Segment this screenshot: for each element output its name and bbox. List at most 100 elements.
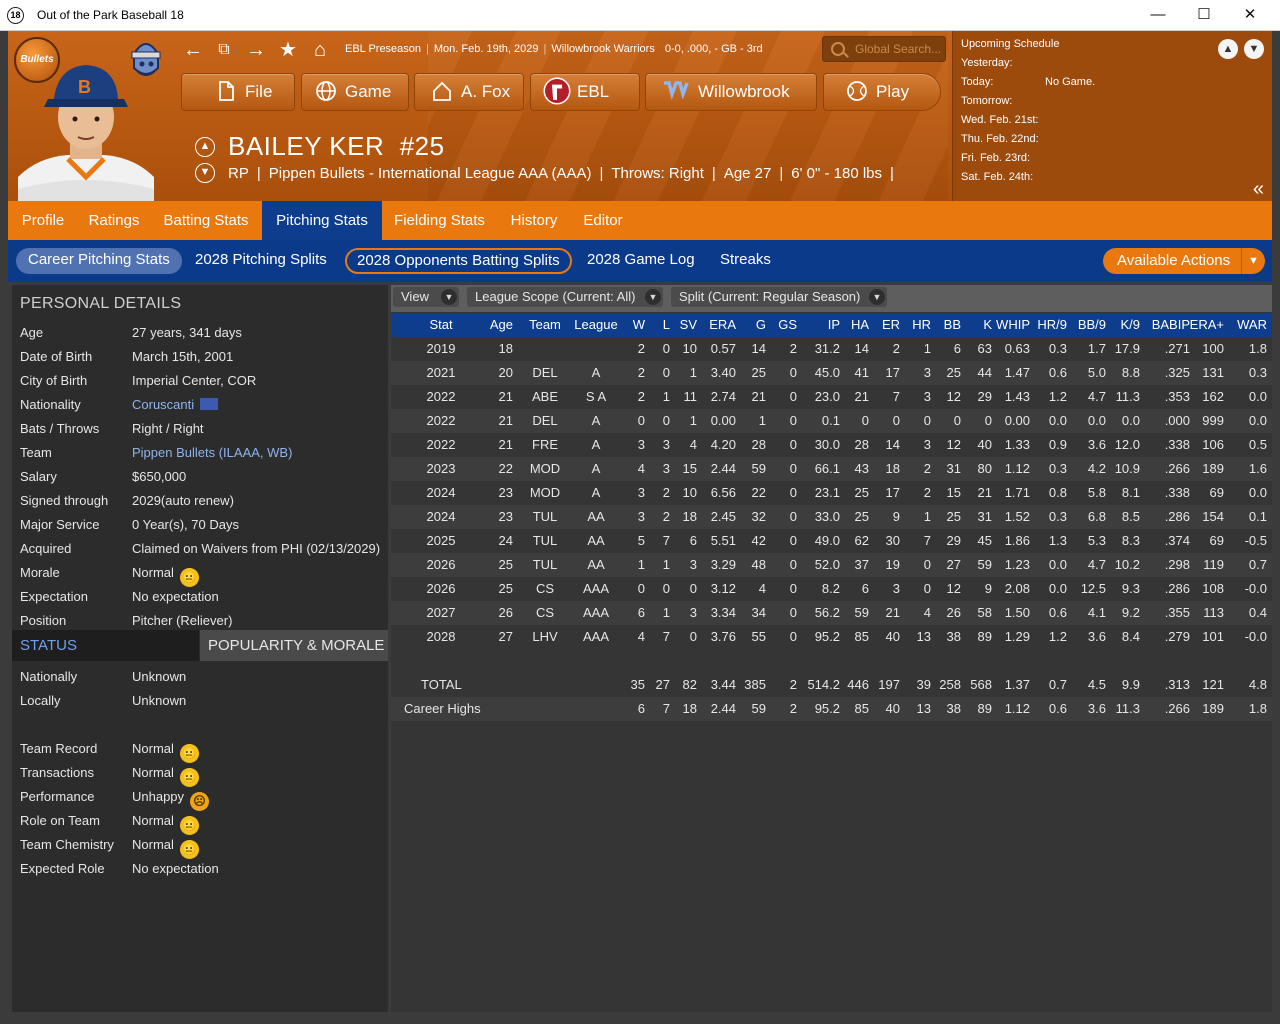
table-cell: 11 [683, 389, 698, 404]
view-dropdown[interactable]: View ▼ [393, 287, 459, 307]
column-header[interactable]: K/9 [1120, 317, 1140, 332]
column-header[interactable]: SV [680, 317, 697, 332]
home-icon[interactable]: ⌂ [308, 39, 332, 61]
breadcrumb-team[interactable]: Willowbrook Warriors [551, 43, 655, 55]
menu-willowbrook-button[interactable]: Willowbrook [645, 73, 817, 111]
table-cell: 14 [885, 437, 900, 452]
tab-fielding-stats[interactable]: Fielding Stats [382, 201, 497, 240]
column-header[interactable]: HR/9 [1037, 317, 1067, 332]
subtab-career-pitching-stats[interactable]: Career Pitching Stats [16, 248, 182, 274]
column-header[interactable]: Team [523, 317, 567, 332]
table-cell: 66.1 [814, 461, 840, 476]
previous-player-icon[interactable]: ▲ [195, 137, 215, 157]
column-header[interactable]: HA [851, 317, 869, 332]
next-player-icon[interactable]: ▼ [195, 163, 215, 183]
subtab-game-log[interactable]: 2028 Game Log [587, 248, 695, 274]
table-cell: MOD [529, 485, 561, 500]
column-header[interactable]: Age [490, 317, 513, 332]
forward-arrow-icon[interactable]: → [244, 39, 268, 61]
column-header[interactable]: K [983, 317, 992, 332]
tab-popularity-morale[interactable]: POPULARITY & MORALE [200, 630, 388, 661]
column-header[interactable]: ERA+ [1190, 317, 1224, 332]
tab-batting-stats[interactable]: Batting Stats [150, 201, 262, 240]
back-arrow-icon[interactable]: ← [181, 39, 205, 61]
subtab-pitching-splits[interactable]: 2028 Pitching Splits [195, 248, 327, 274]
table-cell: 20 [498, 365, 513, 380]
breadcrumb: EBL Preseason | Mon. Feb. 19th, 2029 | Willo… [345, 43, 763, 55]
column-header[interactable]: ERA [709, 317, 736, 332]
table-cell: 0 [861, 413, 869, 428]
star-icon[interactable]: ★ [276, 39, 300, 61]
table-cell: 1 [689, 365, 697, 380]
table-cell: 17 [885, 485, 900, 500]
detail-value-text[interactable]: Pippen Bullets (ILAAA, WB) [132, 445, 292, 460]
column-header[interactable]: Stat [411, 317, 471, 332]
table-row: 2026 25 CS AAA 0 0 0 3.12 4 0 8.2 6 3 0 12 9 2.08 0.0 12.5… [391, 577, 1272, 601]
table-cell: 4.7 [1087, 557, 1106, 572]
table-cell: 14 [751, 341, 766, 356]
column-header[interactable]: W [633, 317, 645, 332]
detail-row: Age 27 years, 341 days [20, 321, 386, 345]
table-cell: 2 [662, 509, 670, 524]
detail-value: Right / Right [132, 421, 204, 436]
collapse-schedule-icon[interactable]: « [1253, 178, 1264, 201]
status-label: Performance [20, 789, 95, 804]
table-cell: A [591, 461, 601, 476]
column-header[interactable]: WHIP [996, 317, 1030, 332]
table-cell: 27 [498, 629, 513, 644]
table-cell: 0.7 [1048, 677, 1067, 692]
column-header[interactable]: G [756, 317, 766, 332]
global-search-input[interactable]: Global Search... [822, 36, 946, 62]
schedule-up-icon[interactable]: ▲ [1218, 39, 1238, 59]
menu-manager-button[interactable]: A. Fox [414, 73, 524, 111]
table-cell: 5.51 [710, 533, 736, 548]
detail-value[interactable]: Pippen Bullets (ILAAA, WB) [132, 445, 292, 460]
split-dropdown[interactable]: Split (Current: Regular Season) ▼ [671, 287, 887, 307]
column-header[interactable]: BABIP [1152, 317, 1190, 332]
close-button[interactable]: ✕ [1227, 0, 1273, 31]
table-career-highs-row: Career Highs 6 7 18 2.44 59 2 95.2 85 40 13 38 89 1.1… [391, 697, 1272, 721]
table-cell: 1 [637, 557, 645, 572]
tab-profile[interactable]: Profile [8, 201, 78, 240]
available-actions-button[interactable]: Available Actions ▼ [1103, 248, 1265, 274]
tab-status[interactable]: STATUS [12, 630, 199, 661]
schedule-down-icon[interactable]: ▼ [1244, 39, 1264, 59]
table-cell: 8.4 [1121, 629, 1140, 644]
tab-editor[interactable]: Editor [571, 201, 635, 240]
maximize-button[interactable]: ☐ [1181, 0, 1227, 31]
table-cell: 100 [1202, 341, 1224, 356]
column-header[interactable]: GS [778, 317, 797, 332]
menu-game-button[interactable]: Game [301, 73, 409, 111]
status-row: Transactions Normal 😐 [20, 761, 386, 787]
menu-play-button[interactable]: Play [823, 73, 941, 111]
breadcrumb-league[interactable]: EBL Preseason [345, 43, 421, 55]
detail-value-text[interactable]: Coruscanti [132, 397, 194, 412]
table-cell: 3 [662, 461, 670, 476]
copy-icon[interactable]: ⧉ [212, 39, 236, 61]
column-header[interactable]: HR [912, 317, 931, 332]
subtab-opponents-batting-splits[interactable]: 2028 Opponents Batting Splits [345, 248, 572, 274]
tab-pitching-stats[interactable]: Pitching Stats [262, 201, 382, 240]
column-header[interactable]: ER [882, 317, 900, 332]
column-header[interactable]: WAR [1237, 317, 1267, 332]
table-cell: 8.8 [1121, 365, 1140, 380]
table-cell: 0.0 [1048, 581, 1067, 596]
column-header[interactable]: BB [944, 317, 961, 332]
column-header[interactable]: BB/9 [1078, 317, 1106, 332]
column-header[interactable]: IP [828, 317, 840, 332]
chevron-down-icon[interactable]: ▼ [1241, 248, 1265, 274]
menu-ebl-button[interactable]: EBL [530, 73, 640, 111]
minimize-button[interactable]: — [1135, 0, 1181, 31]
menu-manager-label: A. Fox [461, 82, 511, 101]
table-cell: 6 [689, 533, 697, 548]
player-team-league[interactable]: Pippen Bullets - International League AA… [269, 165, 592, 182]
league-scope-dropdown[interactable]: League Scope (Current: All) ▼ [467, 287, 663, 307]
column-header[interactable]: L [663, 317, 670, 332]
tab-history[interactable]: History [497, 201, 571, 240]
detail-value[interactable]: Coruscanti [132, 397, 219, 412]
menu-file-button[interactable]: File [181, 73, 295, 111]
tab-ratings[interactable]: Ratings [78, 201, 150, 240]
status-row: Expected Role No expectation [20, 857, 386, 881]
subtab-streaks[interactable]: Streaks [720, 248, 771, 274]
column-header[interactable]: League [571, 317, 621, 332]
